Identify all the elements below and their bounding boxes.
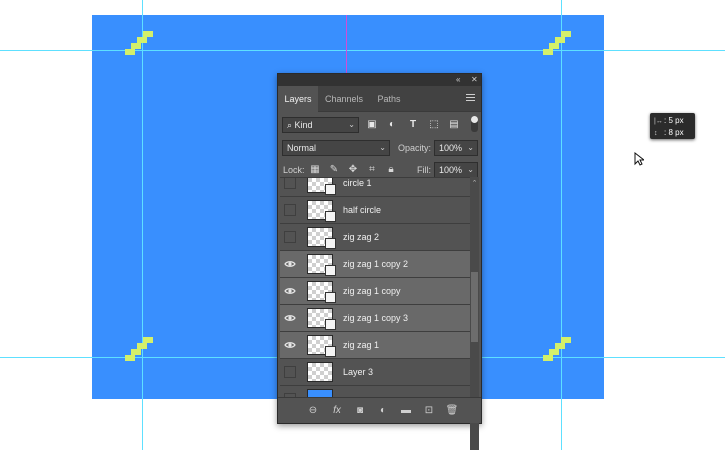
lock-image-pixels-icon[interactable]: ✎ [328,164,340,176]
new-group-icon[interactable]: ▬ [399,404,413,418]
fx-icon[interactable]: fx [330,404,344,418]
lock-label: Lock: [283,165,305,175]
layer-row[interactable]: zig zag 1 [280,332,470,359]
layer-row[interactable]: zig zag 2 [280,224,470,251]
visibility-toggle[interactable] [284,231,296,243]
link-layers-icon[interactable]: ⊖ [306,404,320,418]
zigzag-shape[interactable] [123,335,155,367]
shape-filter-icon[interactable]: ⬚ [427,118,441,132]
fill-label: Fill: [417,165,431,175]
eye-icon[interactable] [284,258,296,270]
smart-object-filter-icon[interactable]: ▤ [447,118,461,132]
adjustment-filter-icon[interactable]: ◐ [385,118,399,132]
chevron-down-icon: ⌄ [467,143,474,152]
smart-guide [346,15,347,75]
zigzag-shape[interactable] [541,335,573,367]
measurement-tooltip: |↔: 5 px ↕: 8 px [650,113,695,139]
image-filter-icon[interactable]: ▣ [365,118,379,132]
close-panel-icon[interactable]: ✕ [471,74,478,86]
vertical-measure-icon: ↕ [654,130,658,137]
zigzag-shape[interactable] [541,29,573,61]
tab-channels[interactable]: Channels [318,86,370,112]
vector-mask-icon [325,238,336,249]
eye-icon[interactable] [284,312,296,324]
delete-layer-icon[interactable]: 🗑︎ [445,404,459,418]
chevron-down-icon: ⌄ [379,143,386,152]
mouse-cursor-icon [634,152,644,166]
layer-row[interactable]: half circle [280,197,470,224]
horizontal-guide[interactable] [0,50,725,51]
visibility-toggle[interactable] [284,204,296,216]
lock-all-icon[interactable]: 🔒︎ [385,164,397,176]
collapse-panel-icon[interactable]: « [456,74,460,86]
vector-mask-icon [325,346,336,357]
vector-mask-icon [325,292,336,303]
lock-transparent-pixels-icon[interactable]: ▦ [309,164,321,176]
panel-menu-icon[interactable] [466,94,475,103]
layer-row[interactable]: zig zag 1 copy [280,278,470,305]
lock-artboard-icon[interactable]: ⌗ [366,164,378,176]
layer-row[interactable]: circle 1 [280,178,470,197]
new-layer-icon[interactable]: ⊡ [422,404,436,418]
zigzag-shape[interactable] [123,29,155,61]
layer-row[interactable]: Layer 3 [280,359,470,386]
search-icon: ⌕ [287,120,295,130]
vector-mask-icon [325,184,336,195]
vector-mask-icon [325,319,336,330]
scroll-up-icon[interactable]: ⌃ [470,179,479,187]
layer-thumbnail [307,362,333,382]
adjustment-layer-icon[interactable]: ◐ [376,404,390,418]
tab-paths[interactable]: Paths [370,86,408,112]
opacity-field[interactable]: 100% ⌄ [434,140,478,156]
chevron-down-icon: ⌄ [348,120,355,129]
chevron-down-icon: ⌄ [467,165,474,174]
panel-titlebar[interactable]: « ✕ [278,74,481,86]
vector-mask-icon [325,211,336,222]
blend-mode-dropdown[interactable]: Normal ⌄ [282,140,390,156]
scrollbar-thumb[interactable] [471,272,478,342]
vertical-guide[interactable] [561,0,562,450]
opacity-label: Opacity: [398,143,432,153]
filter-toggle[interactable] [471,116,478,132]
blend-row: Normal ⌄ Opacity: 100% ⌄ [278,139,481,157]
layers-panel[interactable]: « ✕ Layers Channels Paths ⌕ Kind ⌄ ▣ ◐ T… [277,73,482,450]
eye-icon[interactable] [284,339,296,351]
type-filter-icon[interactable]: T [406,118,420,132]
layer-row[interactable]: zig zag 1 copy 3 [280,305,470,332]
vertical-guide[interactable] [142,0,143,450]
layer-row[interactable]: zig zag 1 copy 2 [280,251,470,278]
add-mask-icon[interactable]: ◙ [353,404,367,418]
visibility-toggle[interactable] [284,178,296,189]
filter-kind-dropdown[interactable]: ⌕ Kind ⌄ [282,117,359,133]
fill-field[interactable]: 100% ⌄ [434,162,478,178]
visibility-toggle[interactable] [284,366,296,378]
filter-row: ⌕ Kind ⌄ ▣ ◐ T ⬚ ▤ [278,116,481,134]
panel-footer: ⊖ fx ◙ ◐ ▬ ⊡ 🗑︎ [278,397,481,423]
panel-tabs: Layers Channels Paths [278,86,481,112]
tab-layers[interactable]: Layers [278,86,318,112]
lock-position-icon[interactable]: ✥ [347,164,359,176]
lock-row: Lock: ▦ ✎ ✥ ⌗ 🔒︎ Fill: 100% ⌄ [278,162,481,178]
vector-mask-icon [325,265,336,276]
eye-icon[interactable] [284,285,296,297]
horizontal-measure-icon: |↔ [654,118,663,125]
